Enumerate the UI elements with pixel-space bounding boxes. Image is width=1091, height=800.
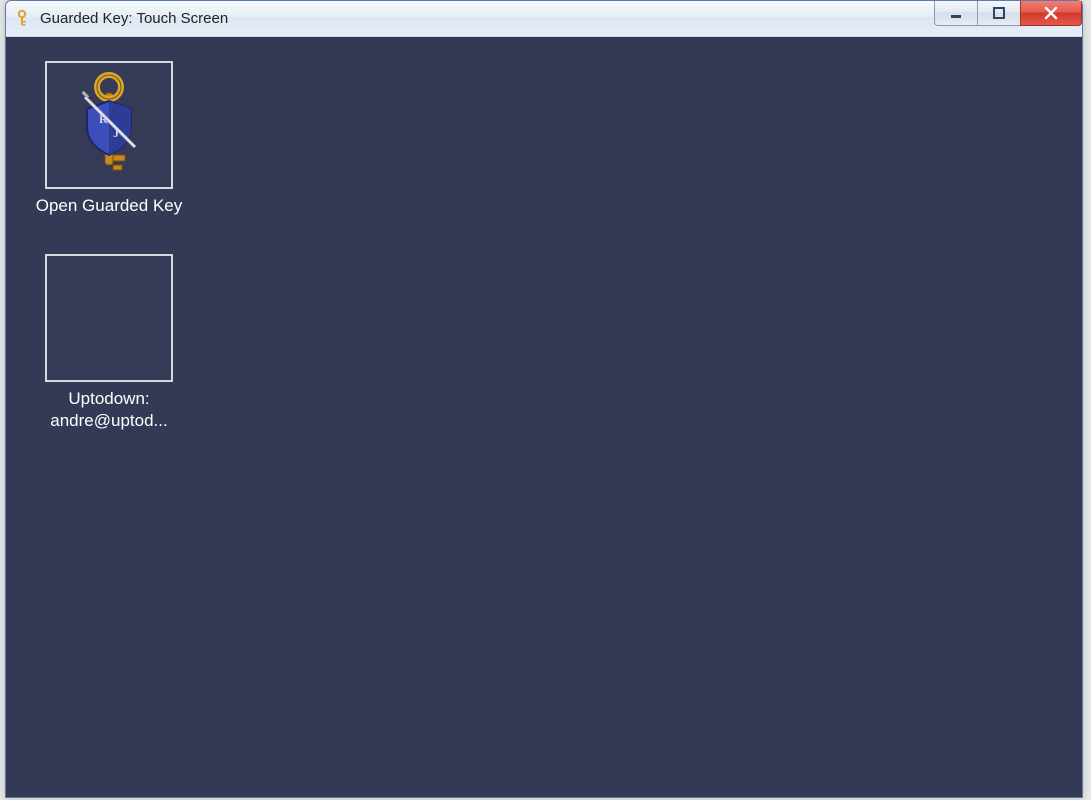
tile-open-guarded-key[interactable]: R J Open Guarded Key bbox=[34, 61, 184, 216]
window-title: Guarded Key: Touch Screen bbox=[40, 10, 935, 27]
tile-label: Open Guarded Key bbox=[34, 195, 184, 216]
titlebar[interactable]: Guarded Key: Touch Screen bbox=[6, 1, 1082, 37]
app-icon bbox=[14, 9, 34, 29]
tile-label: Uptodown: andre@uptod... bbox=[34, 388, 184, 431]
minimize-button[interactable] bbox=[934, 1, 978, 26]
tile-icon-box: R J bbox=[45, 61, 173, 189]
close-button[interactable] bbox=[1020, 1, 1082, 26]
maximize-button[interactable] bbox=[977, 1, 1021, 26]
svg-text:J: J bbox=[113, 126, 119, 140]
app-window: Guarded Key: Touch Screen bbox=[5, 0, 1083, 798]
tile-icon-box bbox=[45, 254, 173, 382]
window-controls bbox=[935, 1, 1082, 36]
guarded-key-icon: R J bbox=[65, 67, 153, 184]
tile-uptodown[interactable]: Uptodown: andre@uptod... bbox=[34, 254, 184, 431]
svg-text:R: R bbox=[99, 112, 108, 126]
client-area: R J Open Guarded Key Uptodown: andre@upt… bbox=[6, 37, 1082, 797]
